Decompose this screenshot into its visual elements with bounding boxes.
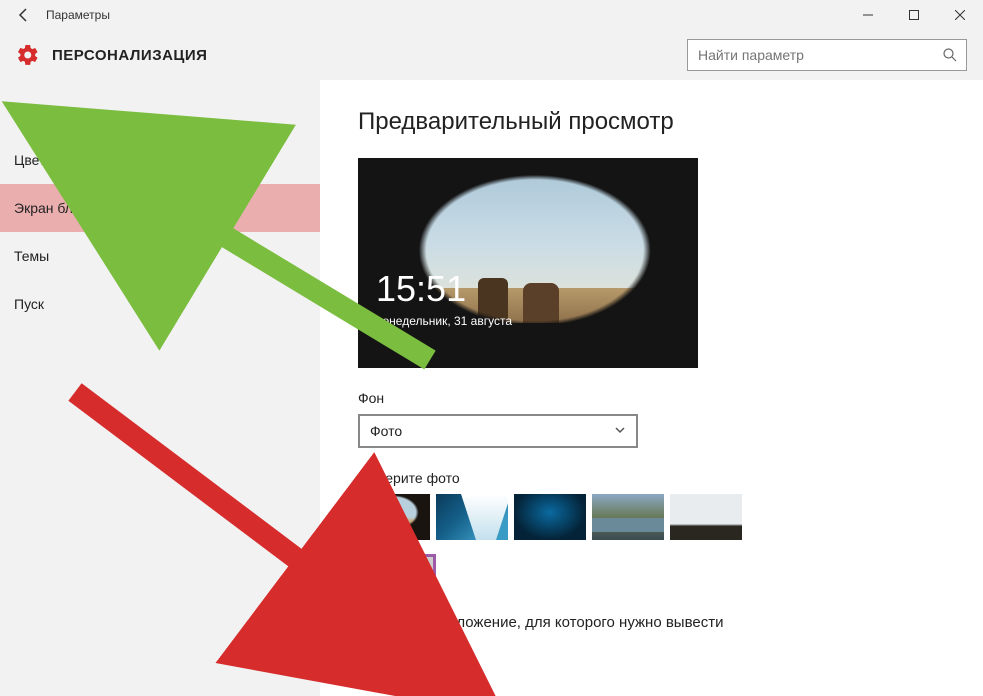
lockscreen-preview: 15:51 понедельник, 31 августа [358, 158, 698, 368]
sidebar-item-background[interactable]: Фон [0, 88, 320, 136]
titlebar: Параметры [0, 0, 983, 30]
sidebar-item-colors[interactable]: Цвета [0, 136, 320, 184]
background-label: Фон [358, 390, 983, 406]
search-input[interactable] [688, 47, 934, 63]
sidebar: Фон Цвета Экран блокировки Темы Пуск [0, 80, 320, 696]
browse-button[interactable]: Обзор [358, 554, 436, 588]
gear-icon [16, 43, 40, 67]
sidebar-item-label: Фон [14, 104, 40, 120]
sidebar-item-label: Экран блокировки [14, 200, 132, 216]
choose-photo-label: Выберите фото [358, 470, 983, 486]
photo-thumb[interactable] [592, 494, 664, 540]
preview-heading: Предварительный просмотр [358, 108, 983, 136]
photo-thumbnails [358, 494, 983, 540]
sidebar-item-start[interactable]: Пуск [0, 280, 320, 328]
photo-thumb[interactable] [670, 494, 742, 540]
background-dropdown[interactable]: Фото [358, 414, 638, 448]
dropdown-value: Фото [370, 423, 402, 439]
chevron-down-icon [614, 424, 626, 439]
photo-thumb[interactable] [514, 494, 586, 540]
search-box[interactable] [687, 39, 967, 71]
photo-thumb[interactable] [436, 494, 508, 540]
close-button[interactable] [937, 0, 983, 30]
sidebar-item-label: Темы [14, 248, 49, 264]
window-title: Параметры [40, 8, 845, 22]
sidebar-item-themes[interactable]: Темы [0, 232, 320, 280]
sidebar-item-label: Пуск [14, 296, 44, 312]
back-button[interactable] [8, 0, 40, 30]
lock-date: понедельник, 31 августа [376, 314, 512, 328]
search-icon[interactable] [934, 47, 966, 63]
window-controls [845, 0, 983, 30]
sidebar-item-lockscreen[interactable]: Экран блокировки [0, 184, 320, 232]
content: Предварительный просмотр 15:51 понедельн… [320, 80, 983, 696]
lock-time: 15:51 [376, 268, 466, 310]
header: ПЕРСОНАЛИЗАЦИЯ [0, 30, 983, 80]
maximize-button[interactable] [891, 0, 937, 30]
photo-thumb[interactable] [358, 494, 430, 540]
sidebar-item-label: Цвета [14, 152, 53, 168]
app-section-text: Выберите приложение, для которого нужно … [358, 614, 983, 631]
page-title: ПЕРСОНАЛИЗАЦИЯ [52, 47, 687, 64]
minimize-button[interactable] [845, 0, 891, 30]
